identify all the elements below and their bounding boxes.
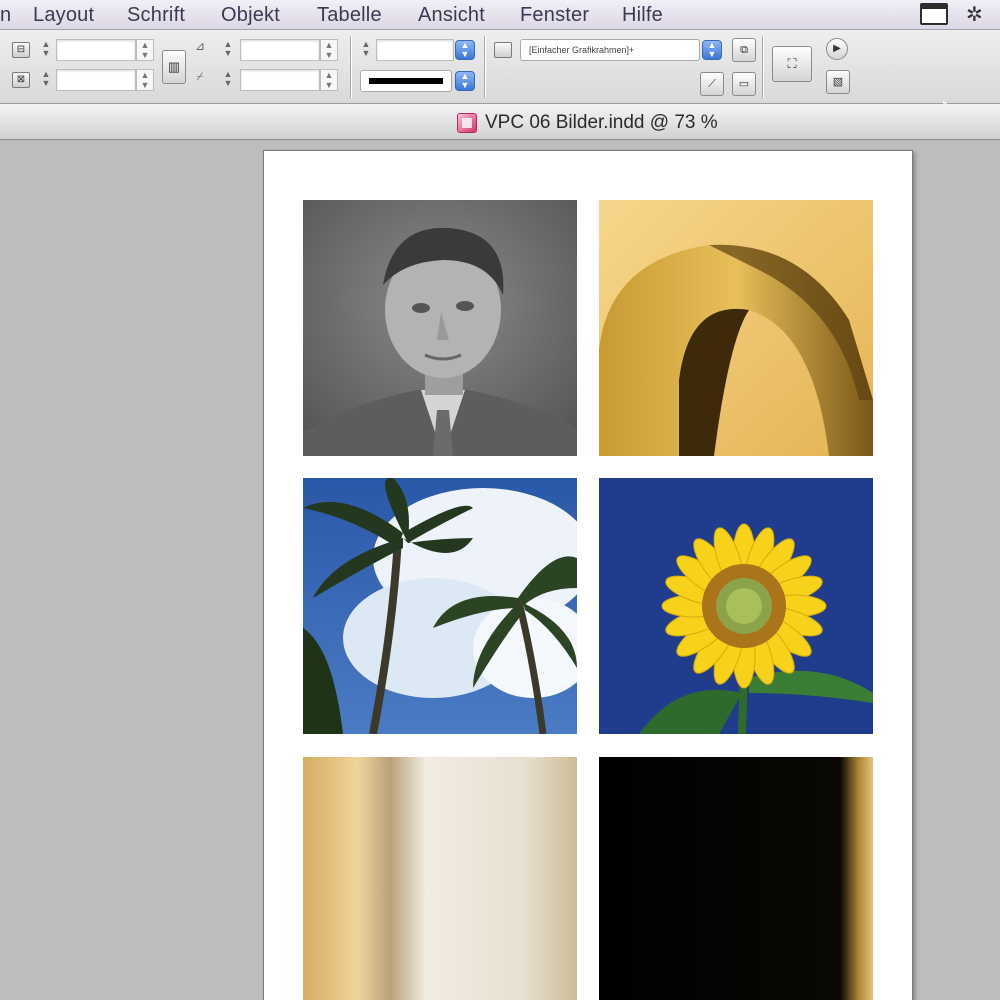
divider (484, 36, 485, 98)
panel-menu-button[interactable]: ▧ (826, 70, 850, 94)
shear-dropdown[interactable]: ▲ ▼ (320, 69, 338, 91)
constrain-proportions-button[interactable]: ▥ (162, 50, 186, 84)
stroke-type-preview (369, 78, 443, 84)
divider (350, 36, 351, 98)
menu-item-hilfe[interactable]: Hilfe (622, 4, 663, 27)
portrait-photo (303, 200, 577, 456)
stroke-type-dropdown[interactable]: ▲ ▼ (455, 71, 475, 91)
stroke-weight-dropdown[interactable]: ▲ ▼ (455, 40, 475, 60)
document-title-bar: VPC 06 Bilder.indd @ 73 % (0, 104, 1000, 140)
stroke-type-select[interactable] (360, 70, 452, 92)
stroke-weight-field[interactable] (376, 39, 454, 61)
black-abstract-photo (599, 757, 873, 1000)
menu-item-layout[interactable]: Layout (33, 4, 94, 27)
portrait-photo-frame[interactable] (303, 200, 577, 456)
sunflower-photo-frame[interactable] (599, 478, 873, 734)
palm-trees-photo-frame[interactable] (303, 478, 577, 734)
cream-abstract-photo (303, 757, 577, 1000)
window-icon[interactable] (920, 3, 948, 25)
shear-field[interactable] (240, 69, 320, 91)
menu-item-ansicht[interactable]: Ansicht (418, 4, 485, 27)
palm-trees-photo (303, 478, 577, 734)
sunflower-photo (599, 478, 873, 734)
scale-y-icon: ⊠ (12, 72, 30, 88)
object-style-dropdown[interactable]: ▲ ▼ (702, 40, 722, 60)
cream-abstract-photo-frame[interactable] (303, 757, 577, 1000)
frame-style-icon (494, 42, 512, 58)
quick-apply-button[interactable]: ▶ (826, 38, 848, 60)
indesign-doc-icon (457, 113, 477, 133)
scale-y-field[interactable] (56, 69, 136, 91)
scale-x-icon: ⊟ (12, 42, 30, 58)
menu-item-tabelle[interactable]: Tabelle (317, 4, 382, 27)
rotate-field[interactable] (240, 39, 320, 61)
scale-y-dropdown[interactable]: ▲ ▼ (136, 69, 154, 91)
menu-item-objekt[interactable]: Objekt (221, 4, 280, 27)
shear-icon: ⌿ (196, 69, 204, 83)
scale-x-dropdown[interactable]: ▲ ▼ (136, 39, 154, 61)
scale-x-spinner[interactable]: ▲ ▼ (40, 40, 52, 60)
scale-x-field[interactable] (56, 39, 136, 61)
document-title: VPC 06 Bilder.indd @ 73 % (485, 112, 718, 133)
menu-item-fenster[interactable]: Fenster (520, 4, 589, 27)
rotate-dropdown[interactable]: ▲ ▼ (320, 39, 338, 61)
menu-item-schrift[interactable]: Schrift (127, 4, 185, 27)
clear-overrides-button[interactable]: ⟋ (700, 72, 724, 96)
text-wrap-button[interactable]: ▭ (732, 72, 756, 96)
gear-icon[interactable]: ✲ (966, 2, 983, 27)
rotate-spinner[interactable]: ▲ ▼ (222, 40, 234, 60)
style-override-button[interactable]: ⧉ (732, 38, 756, 62)
black-abstract-photo-frame[interactable] (599, 757, 873, 1000)
object-style-select[interactable]: [Einfacher Grafikrahmen]+ (520, 39, 700, 61)
menu-item-truncated[interactable]: n (0, 4, 11, 27)
shear-spinner[interactable]: ▲ ▼ (222, 70, 234, 90)
menu-bar: n Layout Schrift Objekt Tabelle Ansicht … (0, 0, 1000, 30)
fitting-button[interactable]: ⛶ (772, 46, 812, 82)
yellow-arch-photo-frame[interactable] (599, 200, 873, 456)
scale-y-spinner[interactable]: ▲ ▼ (40, 70, 52, 90)
control-panel: ⊟ ▲ ▼ ▲ ▼ ⊠ ▲ ▼ ▲ ▼ ▥ ⊿ ▲ ▼ ▲ ▼ ⌿ ▲ ▼ ▲ ▼ ▲ ▼ ▲ ▼ … (0, 30, 1000, 126)
yellow-arch-photo (599, 200, 873, 456)
stroke-weight-spinner[interactable]: ▲ ▼ (360, 40, 372, 60)
divider (762, 36, 763, 98)
rotate-icon: ⊿ (194, 39, 206, 53)
